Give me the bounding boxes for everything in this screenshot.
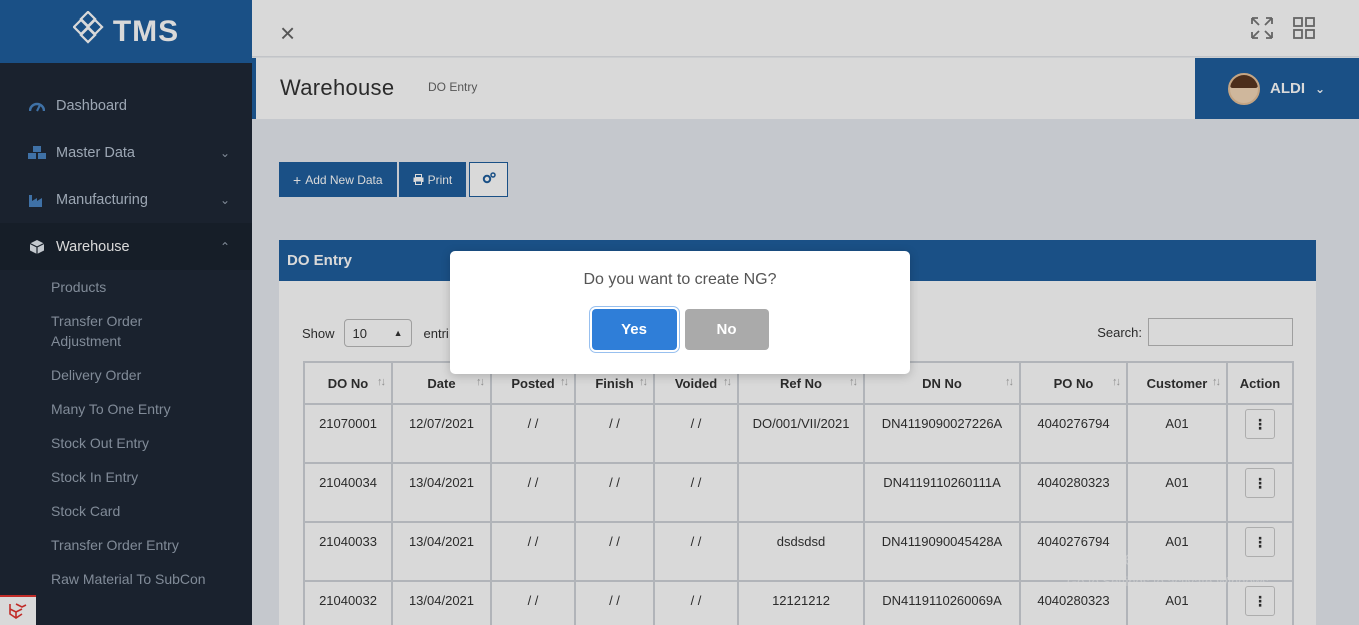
confirm-dialog: Do you want to create NG? Yes No [450,251,910,374]
yes-button[interactable]: Yes [591,309,677,350]
dialog-buttons: Yes No [450,309,910,350]
no-button[interactable]: No [684,309,769,350]
dialog-message: Do you want to create NG? [583,271,777,288]
